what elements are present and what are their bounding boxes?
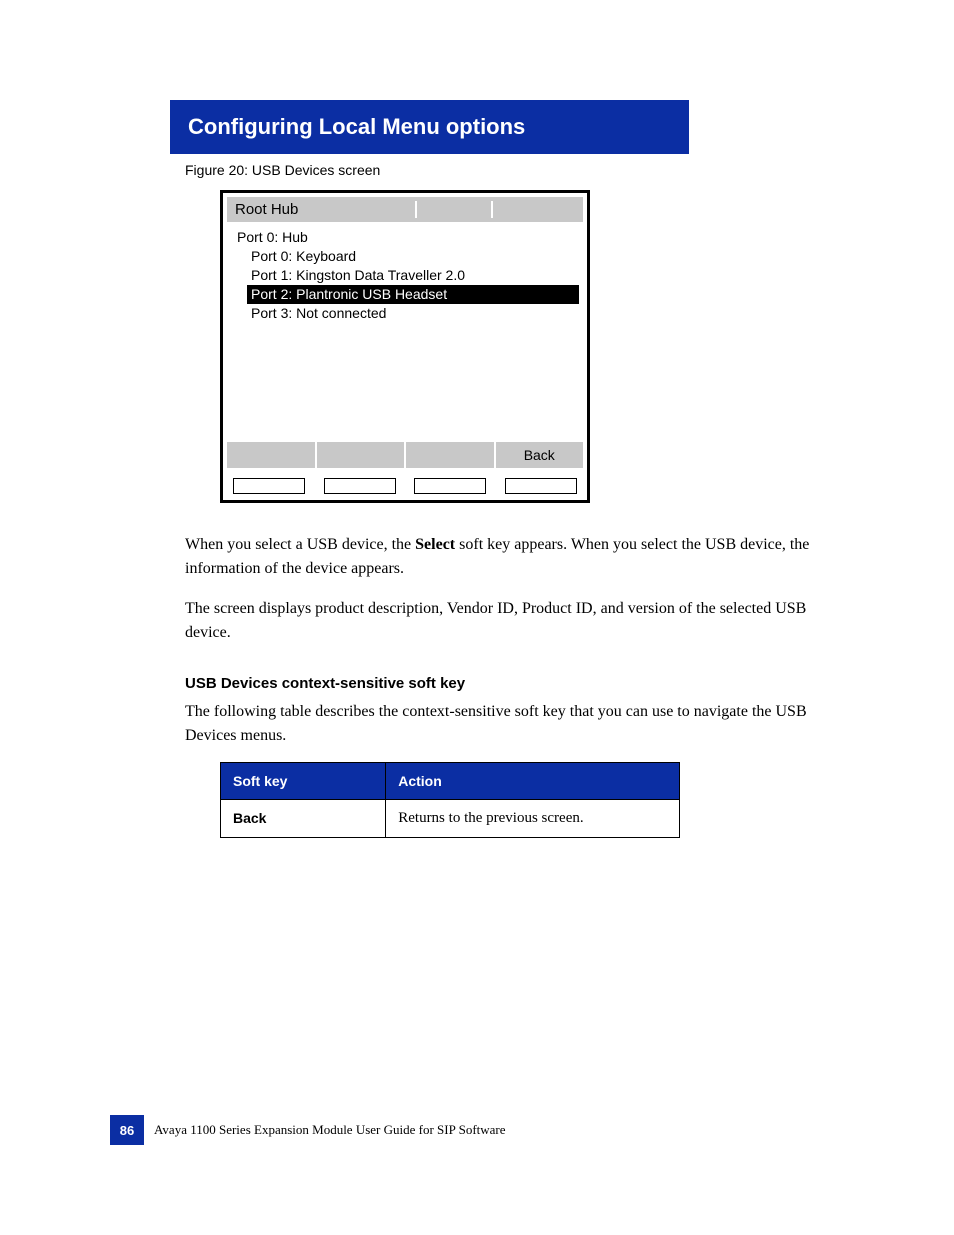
screen-title-seg [423, 201, 493, 218]
hardware-button[interactable] [324, 478, 396, 494]
softkey-table: Soft key Action Back Returns to the prev… [220, 762, 680, 838]
softkey-back[interactable]: Back [494, 442, 584, 468]
body-paragraph: The following table describes the contex… [185, 700, 814, 748]
list-item[interactable]: Port 1: Kingston Data Traveller 2.0 [231, 266, 579, 285]
list-item-selected[interactable]: Port 2: Plantronic USB Headset [247, 285, 579, 304]
hardware-button[interactable] [505, 478, 577, 494]
footer-text: Avaya 1100 Series Expansion Module User … [154, 1122, 506, 1138]
page-footer: 86 Avaya 1100 Series Expansion Module Us… [110, 1115, 506, 1145]
table-header: Soft key [221, 763, 386, 800]
hardware-button-row [227, 468, 583, 496]
body-paragraph: When you select a USB device, the Select… [185, 533, 814, 581]
table-row: Back Returns to the previous screen. [221, 800, 680, 838]
table-cell-value: Returns to the previous screen. [386, 800, 680, 838]
screen-title-seg [499, 201, 569, 218]
list-item[interactable]: Port 0: Hub [231, 228, 579, 247]
device-list: Port 0: Hub Port 0: Keyboard Port 1: Kin… [227, 222, 583, 442]
hardware-button[interactable] [414, 478, 486, 494]
device-screen: Root Hub Port 0: Hub Port 0: Keyboard Po… [220, 190, 590, 503]
table-header: Action [386, 763, 680, 800]
list-item[interactable]: Port 3: Not connected [231, 304, 579, 323]
screen-title: Root Hub [235, 201, 417, 218]
body-paragraph: The screen displays product description,… [185, 597, 814, 645]
page-number: 86 [110, 1115, 144, 1145]
list-item[interactable]: Port 0: Keyboard [231, 247, 579, 266]
table-section-heading: USB Devices context-sensitive soft key [185, 675, 844, 692]
inline-bold: Select [415, 536, 455, 553]
softkey[interactable] [404, 442, 494, 468]
figure-caption: Figure 20: USB Devices screen [185, 162, 844, 178]
paragraph-text: When you select a USB device, the [185, 536, 415, 553]
softkey[interactable] [315, 442, 405, 468]
table-cell-key: Back [221, 800, 386, 838]
section-heading: Configuring Local Menu options [170, 100, 689, 154]
softkey[interactable] [227, 442, 315, 468]
softkey-bar: Back [227, 442, 583, 468]
screen-title-bar: Root Hub [227, 197, 583, 222]
hardware-button[interactable] [233, 478, 305, 494]
